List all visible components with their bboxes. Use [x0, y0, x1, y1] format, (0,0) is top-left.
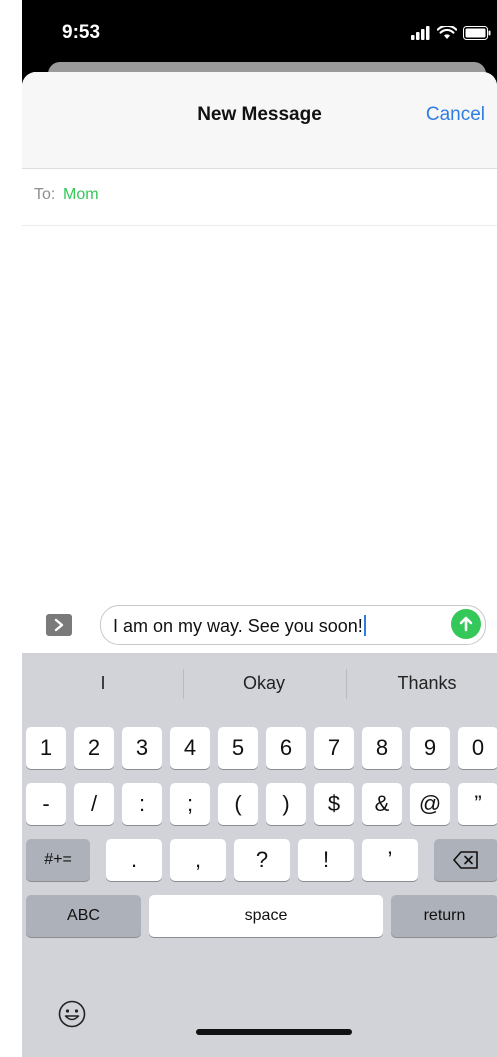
key[interactable]: 1 — [26, 727, 66, 769]
status-time: 9:53 — [62, 22, 101, 43]
message-text: I am on my way. See you soon! — [113, 615, 366, 637]
key[interactable]: , — [170, 839, 226, 881]
status-icons — [411, 26, 491, 40]
key[interactable]: . — [106, 839, 162, 881]
recipient-name[interactable]: Mom — [63, 186, 99, 204]
key[interactable]: ’ — [362, 839, 418, 881]
key[interactable]: / — [74, 783, 114, 825]
key[interactable]: : — [122, 783, 162, 825]
suggestion-divider — [346, 669, 347, 699]
message-text-value: I am on my way. See you soon! — [113, 616, 363, 636]
suggestion-item[interactable]: I — [28, 673, 178, 694]
abc-key[interactable]: ABC — [26, 895, 141, 937]
suggestion-bar: I Okay Thanks — [22, 653, 497, 715]
key[interactable]: ! — [298, 839, 354, 881]
key[interactable]: 4 — [170, 727, 210, 769]
cancel-button[interactable]: Cancel — [426, 104, 485, 126]
emoji-button[interactable] — [58, 1000, 86, 1033]
return-key[interactable]: return — [391, 895, 497, 937]
key[interactable]: 3 — [122, 727, 162, 769]
status-bar: 9:53 — [22, 0, 497, 60]
key[interactable]: ” — [458, 783, 497, 825]
key[interactable]: @ — [410, 783, 450, 825]
text-caret — [363, 615, 366, 636]
key[interactable]: 5 — [218, 727, 258, 769]
arrow-up-icon — [459, 616, 473, 632]
phone-screen: 9:53 New Message Cancel To: Mom I am on … — [22, 0, 497, 1057]
backspace-icon — [453, 851, 478, 869]
send-button[interactable] — [451, 609, 481, 639]
battery-icon — [463, 26, 491, 40]
space-key[interactable]: space — [149, 895, 383, 937]
key[interactable]: $ — [314, 783, 354, 825]
compose-sheet: New Message Cancel To: Mom I am on my wa… — [22, 72, 497, 1057]
key[interactable]: ; — [170, 783, 210, 825]
navigation-bar: New Message Cancel — [22, 72, 497, 169]
key[interactable]: 8 — [362, 727, 402, 769]
key[interactable]: ( — [218, 783, 258, 825]
keyboard: I Okay Thanks 1 2 3 4 5 6 7 8 9 0 - / : … — [22, 653, 497, 1057]
suggestion-divider — [183, 669, 184, 699]
emoji-icon — [58, 1000, 86, 1028]
more-symbols-key[interactable]: #+= — [26, 839, 90, 881]
key[interactable]: ) — [266, 783, 306, 825]
suggestion-item[interactable]: Thanks — [352, 673, 497, 694]
key[interactable]: - — [26, 783, 66, 825]
key[interactable]: 9 — [410, 727, 450, 769]
key[interactable]: 2 — [74, 727, 114, 769]
suggestion-item[interactable]: Okay — [189, 673, 339, 694]
composer-bar: I am on my way. See you soon! — [22, 597, 497, 653]
key[interactable]: 0 — [458, 727, 497, 769]
to-label: To: — [34, 186, 56, 203]
apps-toggle-button[interactable] — [46, 614, 72, 636]
key[interactable]: 7 — [314, 727, 354, 769]
recipient-field[interactable]: To: Mom — [22, 169, 497, 226]
home-indicator — [196, 1029, 352, 1035]
signal-icon — [411, 26, 430, 40]
delete-key[interactable] — [434, 839, 497, 881]
key[interactable]: & — [362, 783, 402, 825]
key[interactable]: 6 — [266, 727, 306, 769]
key[interactable]: ? — [234, 839, 290, 881]
message-input[interactable]: I am on my way. See you soon! — [100, 605, 486, 645]
wifi-icon — [437, 26, 457, 39]
chevron-right-icon — [54, 618, 64, 632]
